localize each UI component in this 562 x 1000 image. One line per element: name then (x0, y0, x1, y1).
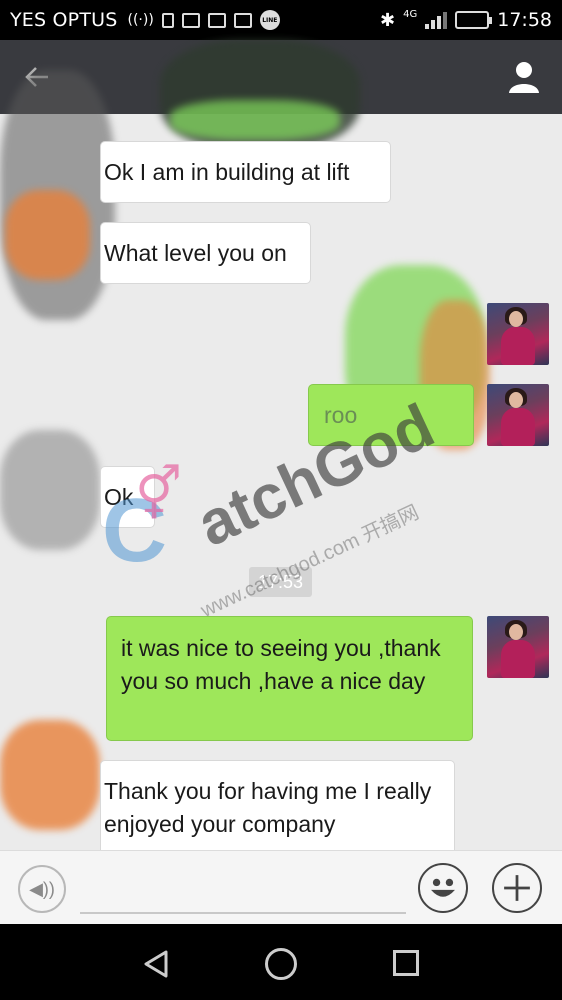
status-time: 17:58 (497, 9, 552, 31)
user-avatar[interactable] (487, 303, 549, 365)
person-icon[interactable] (506, 59, 542, 95)
signal-icon (425, 11, 448, 29)
sim-icon (161, 12, 174, 28)
timestamp-badge: 17:53 (249, 567, 312, 597)
status-bar: YES OPTUS ((·)) LINE ✱ 4G 17:58 (0, 0, 562, 40)
message-text: it was nice to seeing you ,thank you so … (121, 635, 441, 694)
bluetooth-icon: ✱ (380, 9, 396, 31)
redaction-scribble (0, 430, 100, 550)
voice-icon[interactable]: ◀)) (18, 865, 66, 913)
emoji-icon[interactable] (418, 863, 468, 913)
hotspot-icon: ((·)) (127, 12, 154, 28)
network-type: 4G (403, 8, 418, 20)
redaction-scribble (0, 720, 100, 830)
nav-home-icon[interactable] (265, 948, 297, 980)
message-received: Ok I am in building at lift (100, 141, 391, 203)
battery-icon (455, 11, 493, 29)
notification-icons: ((·)) LINE (128, 10, 280, 30)
message-received: Thank you for having me I really enjoyed… (100, 760, 455, 852)
message-text: Ok (104, 484, 134, 510)
input-bar: ◀)) (0, 850, 562, 924)
redaction-scribble (170, 100, 340, 140)
message-text: Ok I am in building at lift (104, 159, 350, 185)
message-text: What level you on (104, 240, 287, 266)
line-app-icon: LINE (259, 10, 280, 30)
message-received: Ok (100, 466, 155, 528)
keyboard-icon-2 (233, 12, 252, 28)
message-text: roo (324, 402, 358, 428)
user-avatar[interactable] (487, 616, 549, 678)
system-nav-bar (0, 924, 562, 1000)
user-avatar[interactable] (487, 384, 549, 446)
message-received: What level you on (100, 222, 311, 284)
message-sent: it was nice to seeing you ,thank you so … (106, 616, 473, 741)
keyboard-icon (207, 12, 226, 28)
message-sent: roo (308, 384, 474, 446)
redaction-scribble (5, 190, 90, 280)
message-text: Thank you for having me I really enjoyed… (104, 778, 432, 837)
message-input[interactable] (80, 912, 406, 914)
plus-icon[interactable] (492, 863, 542, 913)
image-icon (181, 12, 200, 28)
watermark-url: www.catchgod.com 开搞网 (197, 501, 423, 622)
nav-recents-icon[interactable] (393, 950, 419, 976)
carrier-label: YES OPTUS (10, 9, 118, 31)
nav-back-icon[interactable] (140, 948, 172, 980)
